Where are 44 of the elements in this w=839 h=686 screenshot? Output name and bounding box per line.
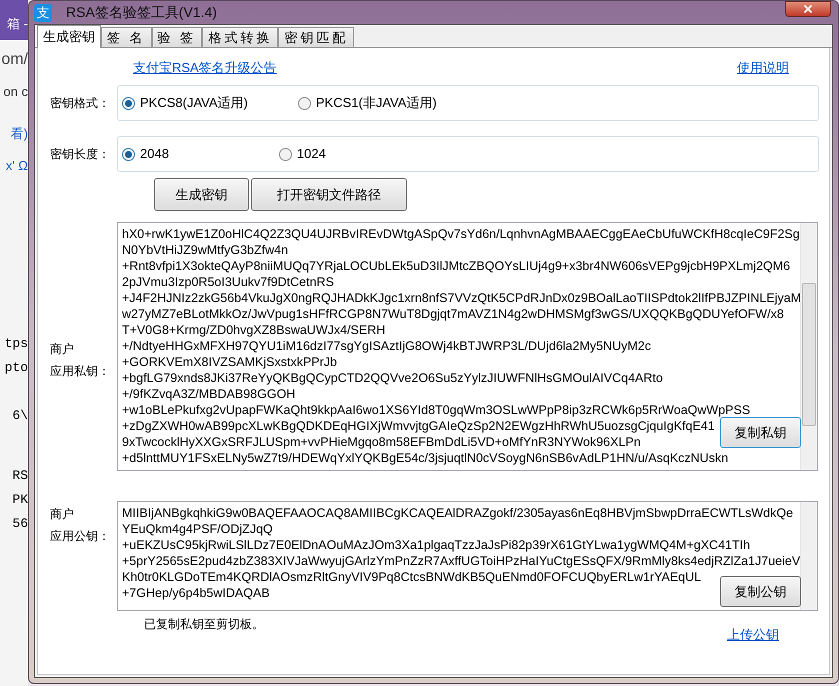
notice-link[interactable]: 支付宝RSA签名升级公告: [133, 58, 277, 80]
radio-option[interactable]: 2048: [122, 144, 169, 164]
public-key-field[interactable]: MIIBIjANBgkqhkiG9w0BAQEFAAOCAQ8AMIIBCgKCAQEAlDRAZgokf/2305ayas6nEq8HBVjmSbwpDrraECWTLsWdkQe YEuQkm4g4PSF/ODjZJqQ +uEKZUsC95kjRwiLSlLDz7E0ElDnAOuMAzJOm3Xa1plgaqTzzJaJsPi82p39rX61GtYLwa1ygWMQ4M+gXC41TIh +5prY2565sE2pud4zbZ383XIVJaWwyujGArlzYmPnZzR7AxffUGToiHPzHaIYuCtgESsQFX/9RmMly8ks4edjRZlZa1J7ueieV Kh0tr0KLGDoTEm4KQRDlAOsmzRltGnyVIV9Pq8CtcsBNWdKB5QuENmd0FOFCUQbyERLw1rYAEqUL +7GHep/y6p4b5wIDAQAB 复制公钥: [117, 501, 818, 611]
background-text: on c: [3, 84, 28, 99]
radio-button[interactable]: [278, 148, 292, 160]
tab[interactable]: 密钥匹配: [278, 27, 354, 47]
background-text: PK: [12, 492, 28, 507]
field-label: 密钥格式：: [49, 95, 111, 112]
tab[interactable]: 签 名: [101, 27, 152, 47]
background-text: 看): [10, 126, 28, 141]
scrollbar[interactable]: [800, 223, 817, 470]
background-text: om/: [1, 51, 28, 68]
upload-link[interactable]: 上传公钥: [727, 625, 779, 644]
background-text: x' Ω: [6, 158, 28, 173]
radio-button[interactable]: [122, 96, 135, 110]
field-label: 商户 应用私钥：: [50, 341, 111, 380]
field-label: 密钥长度：: [49, 146, 111, 163]
close-icon: [802, 3, 814, 15]
private-key-field[interactable]: hX0+rwK1ywE1Z0oHlC4Q2Z3QU4UJRBvIREvDWtgASpQv7sYd6n/LqnhvnAgMBAAECggEAeCbUfuWCKfH8cqIeC9F2Sg N0YbVtHiJZ9wMtfyG3bZfw4n +Rnt8vfpi1X3okteQAyP8niiMUQq7YRjaLOCUbLEk5uD3IlJMtcZBQOYsLIUj4g9+x3br4NW606sVEPg9jcbH9PXLmj2QM6 2pJVmu3Izp0R5oI3Uukv7f9DtCetnRS +J4F2HJNIz2zkG56b4VkuJgX0ngRQJHADkKJgc1xrn8nfS7VVzQtK5CPdRJnDx0z9BOalLaoTIISPdtok2lIfPBJZPINLEjyaM w27yMZ7eBLotMkkOz/JwVpug1sHFfRCGP8N7WuT8Dgjqt7mAVZ1N4g2wDHMSMgf3wGS/UXQQKBgQDUYefOFW/x8 T+V0G8+Krmg/ZD0hvgXZ8BswaUWJx4/SERH +/NdtyeHHGxMFXH97QYU1iM16dzI77sgYgISAztIjG8OWj4kBTJWRP3L/DUjd6la2My5NUyM2c +GORKVEmX8IVZSAMKjSxstxkPPrJb +bgfLG79xnds8JKi37ReYyQKBgQCypCTD2QQVve2O6Su5zYylzJIUWFNlHsGMOulAIVCq4ARto +/9fKZvqA3Z/MBDAB98GGOH +w1oBLePkufxg2vUpapFWKaQht9kkpAaI6wo1XS6YId8T0gqWm3OSLwWPpP8ip3zRCWk6p5RrWoaQwWpPSS +zDgZXWH0wAB99pcXLwKBgQDKDEqHGIXjWmvvjtgGAIeQzSp2N2EWgzHhRWhU5uozsgCjquIgKfqE41 9xTwcocklHyXXGxSRFJLUSpm+vvPHieMgqo8m58EFBmDdLi5VD+oMfYnR3NYWok96XLPn +d5lnttMUY1FSxELNy5wZ7t9/HDEWqYxlYQKBgE54c/3jsjuqtlN0cVSoygN6nSB6vAdLP1HN/u/AsqKczNUskn 复制私钥: [117, 222, 818, 471]
background-text: pto: [4, 360, 28, 375]
radio-button[interactable]: [298, 96, 311, 110]
action-button[interactable]: 打开密钥文件路径: [251, 178, 407, 211]
tab[interactable]: 格式转换: [202, 27, 278, 47]
action-button[interactable]: 生成密钥: [154, 178, 249, 211]
background-text: RS: [12, 468, 28, 483]
background-text: 箱 -: [7, 16, 28, 31]
background-text: 6\: [12, 408, 28, 423]
copy-button[interactable]: 复制公钥: [720, 576, 801, 607]
window-title: RSA签名验签工具(V1.4): [66, 3, 217, 22]
status-text: 已复制私钥至剪切板。: [144, 616, 264, 633]
close-button[interactable]: [785, 1, 831, 17]
field-label: 商户 应用公钥：: [50, 506, 111, 545]
tab[interactable]: 验 签: [152, 27, 202, 47]
radio-button[interactable]: [122, 148, 135, 160]
copy-button[interactable]: 复制私钥: [720, 417, 801, 448]
scrollbar[interactable]: [800, 502, 817, 610]
radio-option[interactable]: 1024: [278, 144, 326, 164]
radio-option[interactable]: PKCS1(非JAVA适用): [298, 93, 437, 113]
app-logo-icon: 支: [34, 4, 52, 22]
background-text: tps: [4, 336, 28, 351]
background-text: 56: [12, 516, 28, 531]
help-link[interactable]: 使用说明: [737, 58, 789, 80]
tab[interactable]: 生成密钥: [37, 25, 101, 48]
radio-option[interactable]: PKCS8(JAVA适用): [122, 93, 248, 113]
